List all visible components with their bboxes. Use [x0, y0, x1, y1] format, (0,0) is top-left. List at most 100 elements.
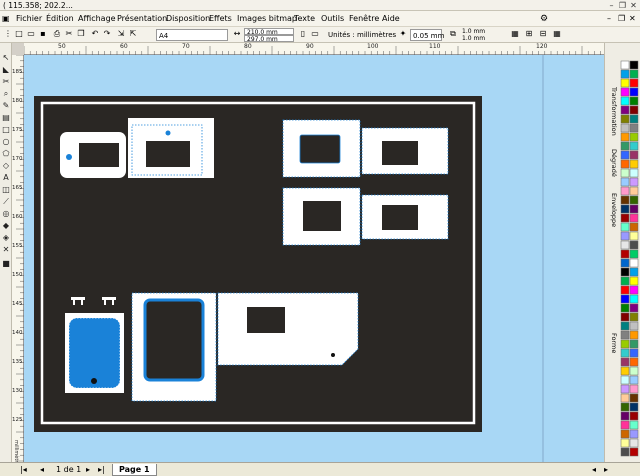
options-icon[interactable]: ▦ — [510, 29, 520, 39]
interactive-tool-icon[interactable]: ◫ — [1, 185, 11, 195]
shape-tool-icon[interactable]: ◣ — [1, 65, 11, 75]
color-swatch — [620, 87, 630, 97]
outline-tool-icon[interactable]: ◎ — [1, 209, 11, 219]
menu-effets[interactable]: Effets — [209, 11, 232, 27]
pick-tool-icon[interactable]: ↖ — [1, 53, 11, 63]
page-tab[interactable]: Page 1 — [112, 464, 157, 476]
docker-tab-transformation[interactable]: Transformation — [606, 87, 618, 136]
nudge-field[interactable]: 0.05 mm — [410, 29, 444, 41]
open-icon[interactable]: ▭ — [26, 29, 36, 39]
copy-icon[interactable]: ❐ — [76, 29, 86, 39]
text-tool-icon[interactable]: A — [1, 173, 11, 183]
color-swatch — [620, 60, 630, 70]
long-panel-hole — [331, 353, 335, 357]
menu-outils[interactable]: Outils — [321, 11, 344, 27]
horizontal-ruler[interactable]: 50 60 70 80 90 100 110 120 — [24, 43, 604, 55]
interactive-fill-tool-icon[interactable]: ◈ — [1, 233, 11, 243]
doc-close-icon[interactable]: ✕ — [629, 11, 636, 27]
new-icon[interactable]: □ — [14, 29, 24, 39]
remove-icon[interactable]: ✕ — [1, 245, 11, 255]
menu-presentation[interactable]: Présentation — [117, 11, 167, 27]
color-palette — [618, 43, 640, 463]
restore-icon[interactable]: ❐ — [617, 0, 628, 11]
color-swatch — [629, 285, 639, 295]
page-width-field[interactable]: 210.0 mm — [244, 28, 294, 36]
basic-shapes-tool-icon[interactable]: ◇ — [1, 161, 11, 171]
snap-icon[interactable]: ⊞ — [524, 29, 534, 39]
units-select[interactable]: Unités : millimètres — [328, 29, 396, 41]
docker-tab-enveloppe[interactable]: Enveloppe — [606, 193, 618, 227]
app-menu-icon[interactable]: ▣ — [2, 11, 10, 27]
page-size-select[interactable]: A4 — [156, 29, 228, 41]
color-swatch — [629, 240, 639, 250]
import-icon[interactable]: ⇲ — [116, 29, 126, 39]
color-swatch — [629, 420, 639, 430]
print-icon[interactable]: ⎙ — [52, 29, 62, 39]
close-icon[interactable]: ✕ — [628, 0, 639, 11]
menu-fenetre[interactable]: Fenêtre — [349, 11, 379, 27]
color-swatch — [620, 186, 630, 196]
color-swatch — [620, 240, 630, 250]
ellipse-tool-icon[interactable]: ○ — [1, 137, 11, 147]
guides-icon[interactable]: ⊟ — [538, 29, 548, 39]
color-swatch — [620, 411, 630, 421]
grid-icon[interactable]: ▦ — [552, 29, 562, 39]
color-swatch — [629, 294, 639, 304]
menu-images-bitmap[interactable]: Images bitmap — [237, 11, 297, 27]
rounded-plate-window — [79, 143, 119, 167]
fill-tool-icon[interactable]: ◆ — [1, 221, 11, 231]
menu-aide[interactable]: Aide — [382, 11, 400, 27]
smart-fill-tool-icon[interactable]: ▤ — [1, 113, 11, 123]
prev-page-icon[interactable]: ◂ — [40, 464, 44, 476]
landscape-icon[interactable]: ▭ — [310, 29, 320, 39]
vertical-ruler[interactable]: 185 180 175 170 165 160 155 150 145 140 … — [12, 55, 24, 468]
ruler-label: 170 — [12, 156, 23, 162]
panel-top-b-window — [382, 141, 418, 165]
color-swatch — [620, 132, 630, 142]
menu-edition[interactable]: Édition — [46, 11, 74, 27]
doc-minimize-icon[interactable]: – — [607, 11, 611, 27]
portrait-icon[interactable]: ▯ — [298, 29, 308, 39]
color-swatch — [629, 114, 639, 124]
menu-affichage[interactable]: Affichage — [78, 11, 116, 27]
rectangle-tool-icon[interactable]: □ — [1, 125, 11, 135]
polygon-tool-icon[interactable]: ⬠ — [1, 149, 11, 159]
fill-color-icon[interactable]: ■ — [1, 259, 11, 269]
eyedropper-tool-icon[interactable]: ⟋ — [1, 197, 11, 207]
color-swatch — [629, 438, 639, 448]
color-swatch — [620, 303, 630, 313]
long-panel — [217, 292, 359, 366]
export-icon[interactable]: ⇱ — [128, 29, 138, 39]
docker-tab-degrade[interactable]: Dégradé — [606, 149, 618, 177]
menu-texte[interactable]: Texte — [294, 11, 315, 27]
last-page-icon[interactable]: ▸| — [98, 464, 105, 476]
scroll-right-icon[interactable]: ▸ — [604, 464, 608, 476]
cut-icon[interactable]: ✂ — [64, 29, 74, 39]
redo-icon[interactable]: ↷ — [102, 29, 112, 39]
drawing-canvas[interactable] — [24, 55, 604, 462]
next-page-icon[interactable]: ▸ — [86, 464, 90, 476]
color-swatch — [620, 321, 630, 331]
dup-x-field[interactable]: 1.0 mm — [462, 28, 485, 35]
drawing-artwork[interactable] — [24, 55, 604, 462]
ruler-label: 80 — [244, 43, 252, 50]
color-swatch — [629, 96, 639, 106]
dup-y-field[interactable]: 1.0 mm — [462, 35, 485, 42]
crop-tool-icon[interactable]: ✂ — [1, 77, 11, 87]
gear-icon[interactable]: ⚙ — [540, 11, 548, 27]
zoom-tool-icon[interactable]: ⌕ — [1, 89, 11, 99]
minimize-icon[interactable]: – — [606, 0, 617, 11]
color-swatch — [629, 366, 639, 376]
freehand-tool-icon[interactable]: ✎ — [1, 101, 11, 111]
menu-disposition[interactable]: Disposition — [166, 11, 210, 27]
color-swatch — [629, 105, 639, 115]
palette-swatches[interactable] — [618, 43, 640, 463]
doc-restore-icon[interactable]: ❐ — [618, 11, 625, 27]
scroll-left-icon[interactable]: ◂ — [592, 464, 596, 476]
first-page-icon[interactable]: |◂ — [20, 464, 27, 476]
docker-tab-forme[interactable]: Forme — [606, 333, 618, 353]
undo-icon[interactable]: ↶ — [90, 29, 100, 39]
page-height-field[interactable]: 297.0 mm — [244, 35, 294, 43]
menu-fichier[interactable]: Fichier — [16, 11, 42, 27]
save-icon[interactable]: ▪ — [38, 29, 48, 39]
